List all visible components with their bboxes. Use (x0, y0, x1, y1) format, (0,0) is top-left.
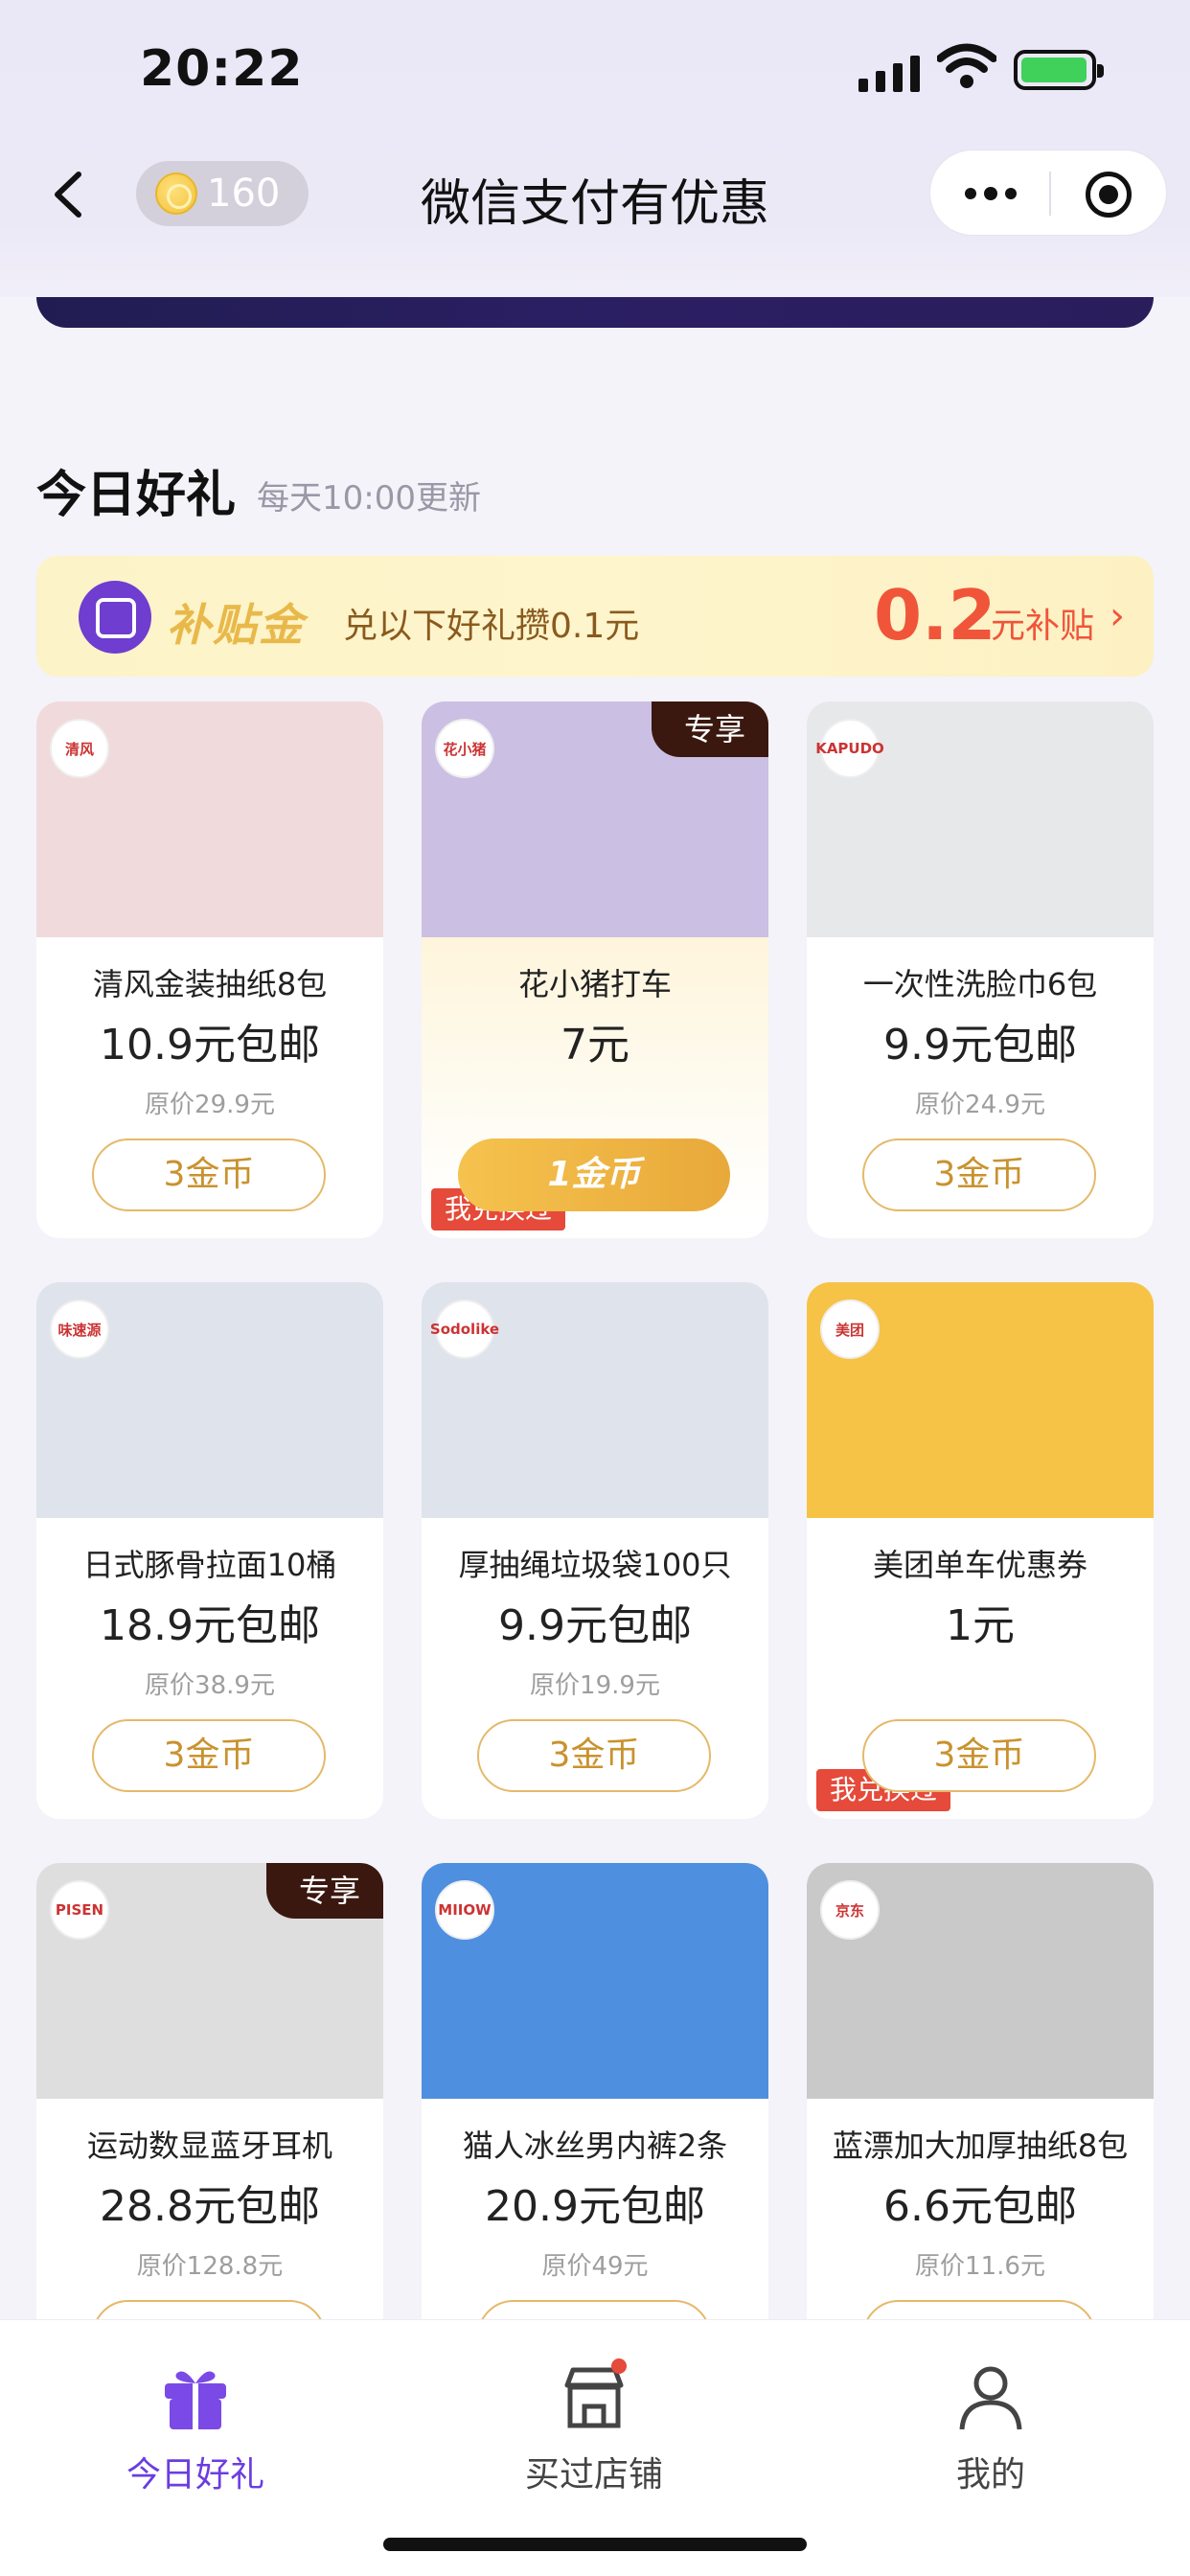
tab-today-gifts[interactable]: 今日好礼 (80, 2358, 310, 2496)
original-price: 原价38.9元 (145, 1671, 275, 1700)
brand-logo: 京东 (820, 1880, 880, 1940)
top-banner[interactable] (36, 297, 1154, 328)
product-name: 运动数显蓝牙耳机 (86, 2128, 332, 2164)
product-price: 28.8元包邮 (100, 2182, 320, 2231)
gift-icon (165, 2371, 226, 2429)
original-price: 原价29.9元 (145, 1091, 275, 1119)
person-icon (959, 2366, 1022, 2430)
more-dots-icon[interactable] (959, 179, 1022, 208)
brand-logo: 美团 (820, 1300, 880, 1359)
brand-logo: KAPUDO (815, 719, 884, 778)
miniprogram-capsule (929, 150, 1167, 236)
redeem-button[interactable]: 3金币 (92, 1719, 326, 1792)
tab-label: 我的 (955, 2455, 1025, 2495)
product-card[interactable]: KAPUDO 一次性洗脸巾6包 9.9元包邮原价24.9元 3金币 (807, 702, 1154, 1238)
product-price: 1元 (946, 1601, 1015, 1650)
product-price: 9.9元包邮 (883, 1021, 1077, 1070)
tab-label: 买过店铺 (524, 2455, 663, 2495)
cellular-signal-icon (858, 50, 920, 92)
product-name: 蓝漂加大加厚抽纸8包 (832, 2128, 1129, 2164)
tab-label: 今日好礼 (126, 2455, 264, 2495)
wifi-icon (937, 43, 996, 88)
exclusive-tag: 专享 (265, 1863, 383, 1919)
tab-mine[interactable]: 我的 (876, 2358, 1106, 2496)
product-name: 清风金装抽纸8包 (92, 966, 328, 1002)
product-price: 18.9元包邮 (100, 1601, 320, 1650)
subsidy-icon (79, 581, 151, 654)
original-price: 原价49元 (541, 2252, 649, 2281)
status-bar: 20:22 (0, 0, 1190, 144)
close-target-icon[interactable] (1086, 172, 1132, 218)
section-title: 今日好礼 (36, 467, 237, 524)
subsidy-description: 兑以下好礼攒0.1元 (343, 607, 640, 646)
notification-badge (611, 2358, 627, 2374)
subsidy-banner[interactable]: 补贴金 兑以下好礼攒0.1元 0.2 元补贴 › (36, 556, 1154, 677)
product-name: 日式豚骨拉面10桶 (82, 1547, 337, 1583)
brand-logo: Sodolike (430, 1300, 499, 1359)
product-name: 美团单车优惠券 (872, 1547, 1087, 1583)
product-card[interactable]: 清风清风金装抽纸8包 10.9元包邮原价29.9元 3金币 (36, 702, 383, 1238)
status-time: 20:22 (140, 40, 304, 98)
brand-logo: 花小猪 (435, 719, 494, 778)
product-name: 厚抽绳垃圾袋100只 (458, 1547, 732, 1583)
subsidy-brand: 补贴金 (167, 599, 305, 651)
product-card[interactable]: 味速源日式豚骨拉面10桶 18.9元包邮原价38.9元 3金币 (36, 1282, 383, 1819)
product-card[interactable]: Sodolike 厚抽绳垃圾袋100只 9.9元包邮原价19.9元 3金币 (422, 1282, 768, 1819)
original-price: 原价24.9元 (915, 1091, 1045, 1119)
capsule-divider (1049, 172, 1051, 216)
product-name: 花小猪打车 (517, 966, 672, 1002)
section-subtitle: 每天10:00更新 (257, 479, 481, 518)
store-icon (564, 2358, 627, 2428)
original-price: 原价11.6元 (915, 2252, 1045, 2281)
product-card[interactable]: 美团 我兑换过 美团单车优惠券 1元 3金币 (807, 1282, 1154, 1819)
brand-logo: MIIOW (435, 1880, 494, 1940)
redeem-button[interactable]: 1金币 (458, 1138, 730, 1211)
product-card[interactable]: 花小猪专享我兑换过花小猪打车7元1金币 (422, 702, 768, 1238)
product-name: 猫人冰丝男内裤2条 (462, 2128, 728, 2164)
chevron-right-icon: › (1110, 594, 1125, 638)
original-price: 原价19.9元 (530, 1671, 660, 1700)
brand-logo: PISEN (50, 1880, 109, 1940)
redeem-button[interactable]: 3金币 (862, 1719, 1096, 1792)
product-price: 9.9元包邮 (498, 1601, 692, 1650)
exclusive-tag: 专享 (651, 702, 768, 757)
redeem-button[interactable]: 3金币 (92, 1138, 326, 1211)
redeem-button[interactable]: 3金币 (862, 1138, 1096, 1211)
brand-logo: 清风 (50, 719, 109, 778)
redeem-button[interactable]: 3金币 (477, 1719, 711, 1792)
product-price: 10.9元包邮 (100, 1021, 320, 1070)
original-price: 原价128.8元 (136, 2252, 284, 2281)
subsidy-amount: 0.2 (874, 575, 996, 656)
product-price: 7元 (561, 1021, 629, 1070)
battery-icon (1014, 50, 1104, 90)
product-name: 一次性洗脸巾6包 (862, 966, 1098, 1002)
tab-bought-stores[interactable]: 买过店铺 (479, 2358, 709, 2496)
product-price: 6.6元包邮 (883, 2182, 1077, 2231)
product-price: 20.9元包邮 (485, 2182, 705, 2231)
subsidy-unit: 元补贴 (991, 607, 1095, 646)
brand-logo: 味速源 (50, 1300, 109, 1359)
home-indicator (383, 2538, 807, 2551)
